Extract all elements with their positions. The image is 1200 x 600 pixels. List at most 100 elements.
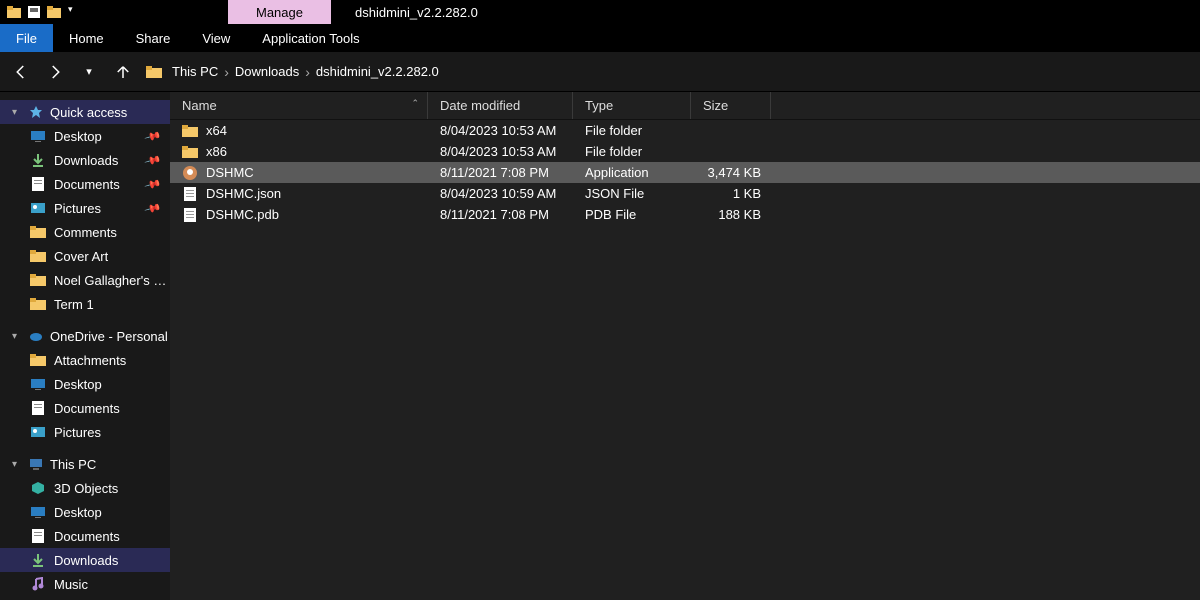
sidebar-quickaccess-label: Quick access — [50, 105, 127, 120]
file-row[interactable]: DSHMC.json8/04/2023 10:59 AMJSON File1 K… — [170, 183, 1200, 204]
sidebar-item[interactable]: Music — [0, 572, 170, 596]
pin-icon: 📌 — [144, 175, 162, 193]
file-name: DSHMC — [206, 165, 254, 180]
ribbon: File Home Share View Application Tools — [0, 24, 1200, 52]
sidebar-item[interactable]: Noel Gallagher's Hig — [0, 268, 170, 292]
file-row[interactable]: DSHMC.pdb 8/11/2021 7:08 PMPDB File188 KB — [170, 204, 1200, 225]
nav-up-button[interactable] — [112, 61, 134, 83]
ribbon-tab-file[interactable]: File — [0, 24, 53, 52]
pc-icon — [28, 456, 44, 472]
file-date: 8/04/2023 10:53 AM — [428, 144, 573, 159]
ribbon-tab-home[interactable]: Home — [53, 24, 120, 52]
sidebar-item-label: Desktop — [54, 377, 102, 392]
breadcrumb-root[interactable]: This PC — [172, 64, 235, 80]
folder-icon — [182, 144, 198, 160]
folder-icon — [30, 272, 46, 288]
star-icon — [28, 104, 44, 120]
file-name: x64 — [206, 123, 227, 138]
file-row[interactable]: DSHMC8/11/2021 7:08 PMApplication3,474 K… — [170, 162, 1200, 183]
file-type: PDB File — [573, 207, 691, 222]
ribbon-tab-share[interactable]: Share — [120, 24, 187, 52]
file-row[interactable]: x64 8/04/2023 10:53 AMFile folder — [170, 120, 1200, 141]
doc-icon — [182, 186, 198, 202]
breadcrumb[interactable]: This PC Downloads dshidmini_v2.2.282.0 — [146, 64, 439, 80]
file-size: 188 KB — [691, 207, 771, 222]
documents-icon — [30, 528, 46, 544]
nav-forward-button[interactable] — [44, 61, 66, 83]
sidebar-item-label: 3D Objects — [54, 481, 118, 496]
qat-save-icon[interactable] — [26, 4, 42, 20]
file-date: 8/11/2021 7:08 PM — [428, 165, 573, 180]
breadcrumb-folder-icon — [146, 65, 162, 79]
column-size[interactable]: Size — [691, 92, 771, 119]
sidebar-onedrive[interactable]: ▾ OneDrive - Personal — [0, 324, 170, 348]
sidebar-item-label: Pictures — [54, 425, 101, 440]
desktop-icon — [30, 376, 46, 392]
file-date: 8/04/2023 10:53 AM — [428, 123, 573, 138]
sidebar-item[interactable]: Term 1 — [0, 292, 170, 316]
contextual-tab-manage[interactable]: Manage — [228, 0, 331, 24]
file-name: DSHMC.json — [206, 186, 281, 201]
sidebar-item[interactable]: Pictures — [0, 420, 170, 444]
main: ▾ Quick access Desktop📌Downloads📌Documen… — [0, 92, 1200, 600]
app-icon — [182, 165, 198, 181]
nav-recent-dropdown[interactable]: ▾ — [78, 61, 100, 83]
sidebar-item-label: Downloads — [54, 153, 118, 168]
sidebar-item[interactable]: Pictures📌 — [0, 196, 170, 220]
sidebar-item[interactable]: Desktop📌 — [0, 124, 170, 148]
sidebar-item-label: Documents — [54, 401, 120, 416]
file-name: DSHMC.pdb — [206, 207, 279, 222]
sidebar-item[interactable]: Downloads — [0, 548, 170, 572]
sidebar-item-label: Pictures — [54, 201, 101, 216]
column-type[interactable]: Type — [573, 92, 691, 119]
sidebar: ▾ Quick access Desktop📌Downloads📌Documen… — [0, 92, 170, 600]
ribbon-tab-apptools[interactable]: Application Tools — [246, 24, 375, 52]
sidebar-thispc-label: This PC — [50, 457, 96, 472]
qat-dropdown-icon[interactable]: ▾ — [68, 4, 84, 20]
file-type: JSON File — [573, 186, 691, 201]
sidebar-thispc[interactable]: ▾ This PC — [0, 452, 170, 476]
column-date[interactable]: Date modified — [428, 92, 573, 119]
qat-newfolder-icon[interactable] — [46, 4, 62, 20]
pictures-icon — [30, 424, 46, 440]
music-icon — [30, 576, 46, 592]
downloads-icon — [30, 552, 46, 568]
sidebar-item[interactable]: Downloads 📌 — [0, 148, 170, 172]
sidebar-item[interactable]: Attachments — [0, 348, 170, 372]
sidebar-item-label: Cover Art — [54, 249, 108, 264]
sidebar-item[interactable]: Comments — [0, 220, 170, 244]
file-row[interactable]: x868/04/2023 10:53 AMFile folder — [170, 141, 1200, 162]
sidebar-item-label: Music — [54, 577, 88, 592]
column-name[interactable]: Name ⌃ — [170, 92, 428, 119]
nav-back-button[interactable] — [10, 61, 32, 83]
pin-icon: 📌 — [144, 151, 162, 169]
file-size: 1 KB — [691, 186, 771, 201]
3d-icon — [30, 480, 46, 496]
breadcrumb-leaf[interactable]: dshidmini_v2.2.282.0 — [316, 64, 439, 79]
sidebar-item[interactable]: Documents — [0, 524, 170, 548]
file-type: File folder — [573, 123, 691, 138]
column-name-label: Name — [182, 98, 217, 113]
sidebar-item[interactable]: Desktop — [0, 500, 170, 524]
downloads-icon — [30, 152, 46, 168]
sidebar-item[interactable]: Documents📌 — [0, 172, 170, 196]
file-type: File folder — [573, 144, 691, 159]
ribbon-tab-view[interactable]: View — [186, 24, 246, 52]
sidebar-item[interactable]: 3D Objects — [0, 476, 170, 500]
folder-icon — [30, 352, 46, 368]
sidebar-quickaccess[interactable]: ▾ Quick access — [0, 100, 170, 124]
sidebar-item-label: Term 1 — [54, 297, 94, 312]
file-date: 8/11/2021 7:08 PM — [428, 207, 573, 222]
sidebar-item-label: Comments — [54, 225, 117, 240]
navigation-bar: ▾ This PC Downloads dshidmini_v2.2.282.0 — [0, 52, 1200, 92]
doc-icon — [182, 207, 198, 223]
cloud-icon — [28, 328, 44, 344]
sidebar-item[interactable]: Cover Art — [0, 244, 170, 268]
sidebar-item[interactable]: Documents — [0, 396, 170, 420]
folder-icon — [30, 224, 46, 240]
chevron-down-icon: ▾ — [12, 331, 22, 342]
documents-icon — [30, 400, 46, 416]
breadcrumb-mid[interactable]: Downloads — [235, 64, 316, 80]
file-type: Application — [573, 165, 691, 180]
sidebar-item[interactable]: Desktop — [0, 372, 170, 396]
